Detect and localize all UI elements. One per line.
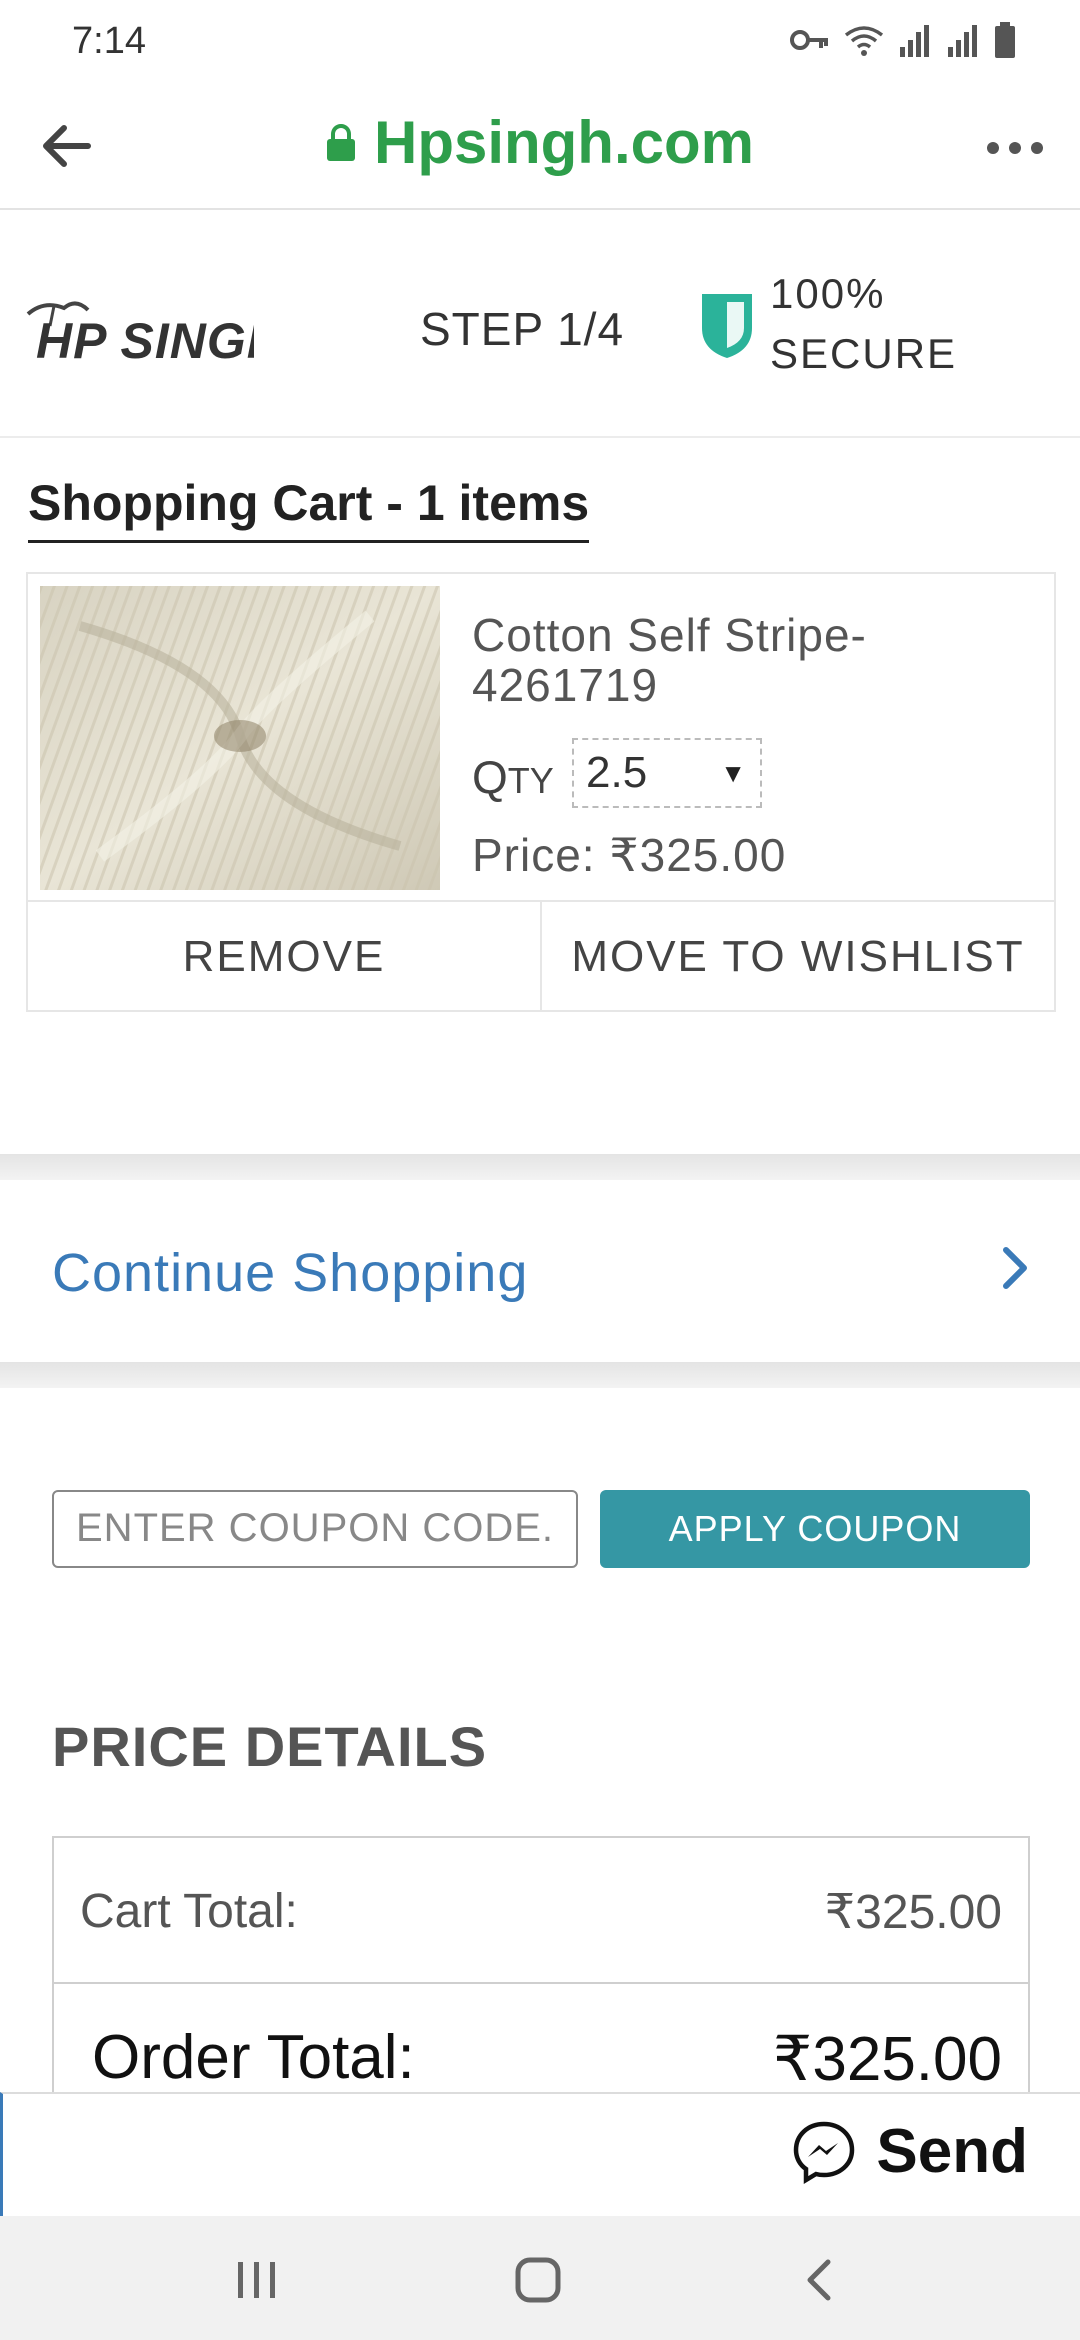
remove-button[interactable]: REMOVE (28, 902, 540, 1012)
signal-icon-2 (948, 25, 977, 57)
lock-icon (326, 123, 355, 161)
product-image[interactable] (40, 586, 440, 890)
quantity-value: 2.5 (586, 748, 648, 797)
hp-singh-logo[interactable]: HP SINGH (24, 296, 254, 366)
move-to-wishlist-button[interactable]: MOVE TO WISHLIST (540, 902, 1054, 1012)
system-nav-bar (0, 2216, 1080, 2340)
chevron-right-icon (1003, 1247, 1027, 1289)
status-bar: 7:14 (0, 0, 1080, 84)
messenger-icon (794, 2121, 855, 2184)
site-header: HP SINGH STEP 1/4 100% SECURE (0, 210, 1080, 438)
order-total-value: ₹325.00 (772, 2025, 1002, 2094)
home-icon[interactable] (514, 2256, 562, 2304)
cart-total-label: Cart Total: (80, 1885, 298, 1938)
section-divider (0, 1154, 1080, 1180)
product-title[interactable]: Cotton Self Stripe-4261719 (472, 610, 1032, 710)
price-details-table: Cart Total: ₹325.00 Order Total: ₹325.00 (52, 1836, 1030, 2096)
secure-text: SECURE (770, 330, 958, 377)
svg-text:HP SINGH: HP SINGH (36, 313, 254, 366)
order-total-label: Order Total: (92, 2023, 415, 2092)
cart-total-value: ₹325.00 (824, 1886, 1002, 1939)
nav-back-icon[interactable] (802, 2258, 834, 2302)
item-price: Price: ₹325.00 (472, 829, 787, 881)
shield-icon (702, 294, 752, 358)
cart-heading: Shopping Cart - 1 items (28, 474, 590, 543)
more-options-icon[interactable] (984, 128, 1046, 168)
status-time: 7:14 (72, 20, 146, 62)
send-button[interactable]: Send (792, 2116, 1028, 2187)
dropdown-arrow-icon: ▼ (720, 758, 746, 788)
wifi-icon (844, 26, 884, 56)
item-actions: REMOVE MOVE TO WISHLIST (28, 900, 1054, 1012)
messenger-send-bar: Send (0, 2092, 1080, 2216)
apply-coupon-button[interactable]: APPLY COUPON (600, 1490, 1030, 1568)
checkout-step: STEP 1/4 (420, 303, 625, 355)
cart-item: Cotton Self Stripe-4261719 QTY 2.5 ▼ Pri… (26, 572, 1056, 1012)
section-divider-2 (0, 1362, 1080, 1388)
battery-icon (995, 22, 1015, 58)
secure-badge: 100% SECURE (770, 264, 957, 384)
url-bar[interactable]: Hpsingh.com (0, 108, 1080, 177)
vpn-key-icon (790, 30, 828, 50)
browser-toolbar: Hpsingh.com (0, 84, 1080, 210)
cart-total-row: Cart Total: ₹325.00 (54, 1838, 1028, 1984)
quantity-select[interactable]: 2.5 ▼ (572, 738, 762, 808)
coupon-code-input[interactable]: ENTER COUPON CODE. (52, 1490, 578, 1568)
status-icons (790, 22, 1016, 58)
url-text: Hpsingh.com (373, 109, 754, 176)
price-details-heading: PRICE DETAILS (52, 1715, 488, 1778)
send-label: Send (876, 2117, 1028, 2186)
qty-label: QTY (472, 751, 554, 803)
signal-icon (900, 25, 929, 57)
continue-shopping-link[interactable]: Continue Shopping (0, 1180, 1080, 1362)
recent-apps-icon[interactable] (232, 2260, 282, 2300)
secure-percent: 100% (770, 270, 886, 317)
continue-shopping-label: Continue Shopping (52, 1243, 529, 1303)
